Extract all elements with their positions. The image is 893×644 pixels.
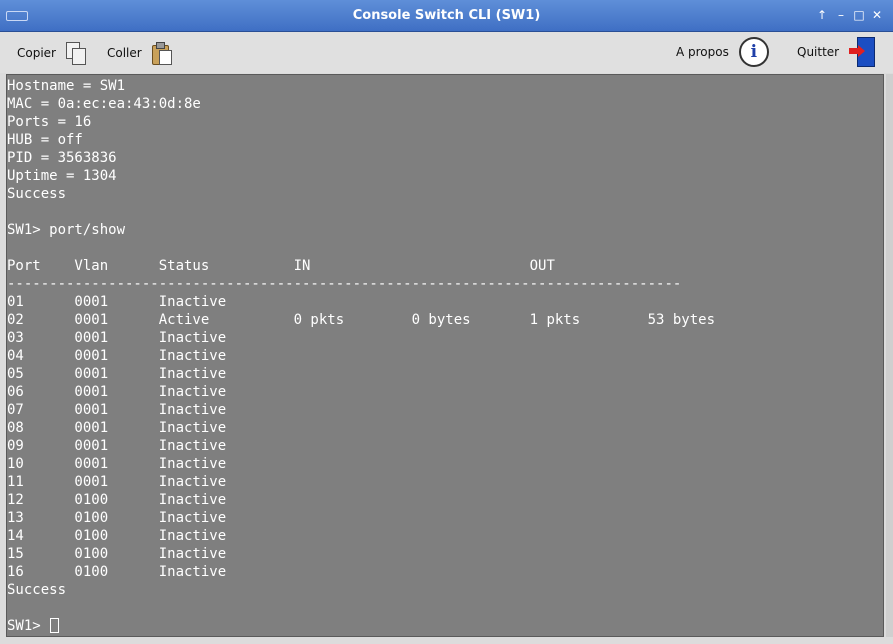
console-line: 14 0100 Inactive <box>7 528 227 544</box>
quit-label: Quitter <box>797 45 840 59</box>
about-button[interactable]: A propos i <box>676 35 769 69</box>
console-prompt-line[interactable]: SW1> <box>7 617 715 635</box>
console-scrollbar[interactable] <box>886 74 893 637</box>
app-window: Console Switch CLI (SW1) ↑ – □ ✕ Copier … <box>0 0 893 644</box>
quit-button[interactable]: Quitter <box>797 35 877 69</box>
console-line: HUB = off <box>7 132 83 148</box>
console-line: Hostname = SW1 <box>7 78 126 94</box>
console-line: PID = 3563836 <box>7 150 117 166</box>
copy-button[interactable]: Copier <box>17 39 86 67</box>
console-output[interactable]: Hostname = SW1 MAC = 0a:ec:ea:43:0d:8e Por… <box>6 74 884 637</box>
keep-above-icon[interactable]: ↑ <box>814 7 830 23</box>
about-label: A propos <box>676 45 729 59</box>
minimize-icon[interactable]: – <box>833 7 849 23</box>
console-line: 02 0001 Active 0 pkts 0 bytes 1 pkts 53 … <box>7 312 716 328</box>
console-line: Success <box>7 582 67 598</box>
console-line: Uptime = 1304 <box>7 168 117 184</box>
console-line: 09 0001 Inactive <box>7 438 227 454</box>
paste-icon <box>151 42 172 65</box>
window-title: Console Switch CLI (SW1) <box>352 8 541 23</box>
maximize-icon[interactable]: □ <box>851 7 867 23</box>
console-line: 03 0001 Inactive <box>7 330 227 346</box>
console-line: Ports = 16 <box>7 114 92 130</box>
copy-label: Copier <box>17 46 56 60</box>
console-lines: Hostname = SW1 MAC = 0a:ec:ea:43:0d:8e Por… <box>7 77 715 635</box>
console-line: 10 0001 Inactive <box>7 456 227 472</box>
console-line: MAC = 0a:ec:ea:43:0d:8e <box>7 96 201 112</box>
console-line: 13 0100 Inactive <box>7 510 227 526</box>
console-line: 16 0100 Inactive <box>7 564 227 580</box>
console-line: Port Vlan Status IN OUT <box>7 258 555 274</box>
console-line: 04 0001 Inactive <box>7 348 227 364</box>
paste-button[interactable]: Coller <box>107 39 172 67</box>
console-line: 06 0001 Inactive <box>7 384 227 400</box>
info-icon: i <box>738 37 769 67</box>
console-line: 07 0001 Inactive <box>7 402 227 418</box>
console-line: Success <box>7 186 67 202</box>
console-line: 11 0001 Inactive <box>7 474 227 490</box>
console-line: ----------------------------------------… <box>7 276 682 292</box>
console-line: 08 0001 Inactive <box>7 420 227 436</box>
console-line: 15 0100 Inactive <box>7 546 227 562</box>
console-line: 12 0100 Inactive <box>7 492 227 508</box>
title-bar[interactable]: Console Switch CLI (SW1) ↑ – □ ✕ <box>0 0 893 32</box>
prompt-text: SW1> <box>7 618 50 634</box>
paste-label: Coller <box>107 46 142 60</box>
console-line: 05 0001 Inactive <box>7 366 227 382</box>
copy-icon <box>66 42 86 65</box>
console-line: 01 0001 Inactive <box>7 294 227 310</box>
console-line: SW1> port/show <box>7 222 126 238</box>
close-icon[interactable]: ✕ <box>869 7 885 23</box>
toolbar: Copier Coller A propos i Quitter <box>0 32 893 73</box>
exit-door-icon <box>849 37 877 67</box>
text-cursor <box>50 618 60 633</box>
